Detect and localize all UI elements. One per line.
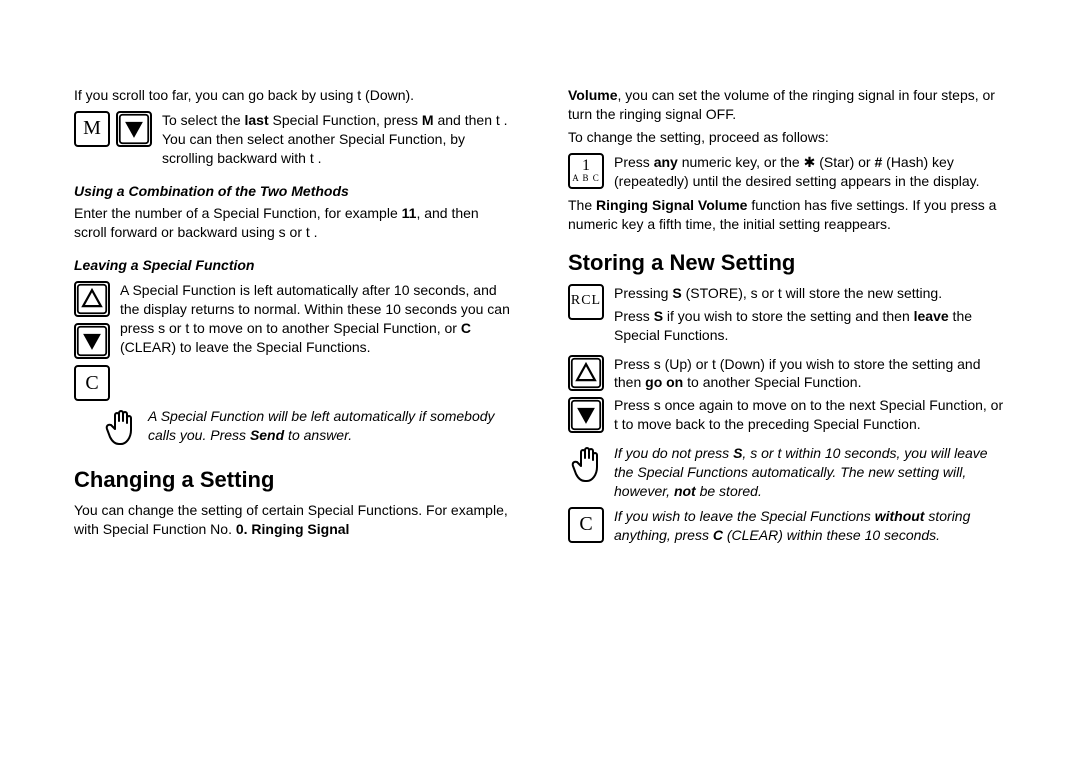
text-go-on: Press s (Up) or t (Down) if you wish to …: [614, 355, 1006, 393]
key-1abc-wrapper: 1 A B C: [568, 153, 604, 189]
key-c-icon: C: [74, 365, 110, 401]
manual-page: If you scroll too far, you can go back b…: [0, 0, 1080, 571]
hand-icon-wrapper: [74, 407, 138, 451]
para-proceed: To change the setting, proceed as follow…: [568, 128, 1006, 147]
note-call: A Special Function will be left automati…: [148, 407, 512, 445]
key-m-icon: M: [74, 111, 110, 147]
text-store-group: Pressing S (STORE), s or t will store th…: [614, 284, 1006, 349]
hand-icon-wrapper: [568, 444, 604, 488]
s-symbol: s: [654, 397, 661, 413]
row-leaving: C A Special Function is left automatical…: [74, 281, 512, 401]
text-press-any: Press any numeric key, or the ✱ (Star) o…: [614, 153, 1006, 191]
text-once-again: Press s once again to move on to the nex…: [614, 396, 1006, 434]
left-column: If you scroll too far, you can go back b…: [74, 82, 512, 551]
key-c-wrapper: C: [568, 507, 604, 543]
key-down-icon: [74, 323, 110, 359]
key-down-icon: [116, 111, 152, 147]
text-press-s-leave: Press S if you wish to store the setting…: [614, 307, 1006, 345]
row-last-special: M To select the last Special Function, p…: [74, 111, 512, 168]
para-scroll-back: If you scroll too far, you can go back b…: [74, 86, 512, 105]
row-up-down: Press s (Up) or t (Down) if you wish to …: [568, 355, 1006, 439]
icons-up-down: [568, 355, 604, 433]
para-combination: Enter the number of a Special Function, …: [74, 204, 512, 242]
key-1-abc-icon: 1 A B C: [568, 153, 604, 189]
right-column: Volume, you can set the volume of the ri…: [568, 82, 1006, 551]
row-note-timeout: If you do not press S, s or t within 10 …: [568, 444, 1006, 501]
key-up-icon: [568, 355, 604, 391]
para-five-settings: The Ringing Signal Volume function has f…: [568, 196, 1006, 234]
key-rcl-icon: RCL: [568, 284, 604, 320]
heading-changing: Changing a Setting: [74, 465, 512, 495]
row-rcl: RCL Pressing S (STORE), s or t will stor…: [568, 284, 1006, 349]
para-changing: You can change the setting of certain Sp…: [74, 501, 512, 539]
text-up-down-group: Press s (Up) or t (Down) if you wish to …: [614, 355, 1006, 439]
icons-up-down-c: C: [74, 281, 110, 401]
heading-leaving: Leaving a Special Function: [74, 256, 512, 275]
key-rcl-wrapper: RCL: [568, 284, 604, 320]
text-pressing-s: Pressing S (STORE), s or t will store th…: [614, 284, 1006, 303]
text-leaving: A Special Function is left automatically…: [120, 281, 512, 357]
row-note-call: A Special Function will be left automati…: [74, 407, 512, 451]
hand-icon: [102, 407, 138, 451]
heading-combination: Using a Combination of the Two Methods: [74, 182, 512, 201]
hand-icon: [568, 444, 604, 488]
note-timeout: If you do not press S, s or t within 10 …: [614, 444, 1006, 501]
s-symbol: s: [654, 356, 661, 372]
key-up-icon: [74, 281, 110, 317]
row-press-any: 1 A B C Press any numeric key, or the ✱ …: [568, 153, 1006, 191]
icons-m-down: M: [74, 111, 152, 147]
s-symbol: s: [751, 285, 758, 301]
key-down-icon: [568, 397, 604, 433]
key-c-icon: C: [568, 507, 604, 543]
heading-storing: Storing a New Setting: [568, 248, 1006, 278]
row-note-clear: C If you wish to leave the Special Funct…: [568, 507, 1006, 545]
s-symbol: s: [279, 224, 286, 240]
note-clear: If you wish to leave the Special Functio…: [614, 507, 1006, 545]
text-last-special: To select the last Special Function, pre…: [162, 111, 512, 168]
para-volume: Volume, you can set the volume of the ri…: [568, 86, 1006, 124]
star-symbol: ✱: [804, 154, 816, 170]
